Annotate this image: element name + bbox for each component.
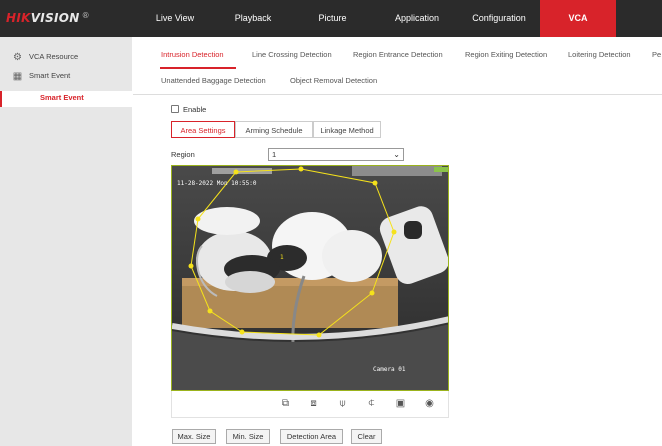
- logo-text-vision: VISION: [30, 11, 80, 25]
- polygon-vertex[interactable]: [195, 216, 201, 222]
- dome-camera: [322, 230, 382, 282]
- polygon-vertex[interactable]: [372, 180, 378, 186]
- camera-body: [225, 271, 275, 293]
- tab-unattended-baggage-detection[interactable]: Unattended Baggage Detection: [161, 76, 266, 85]
- sidebar-item-smart-event[interactable]: ▦ Smart Event: [0, 67, 132, 85]
- sidebar: ⚙ VCA Resource ▦ Smart Event Smart Event: [0, 37, 132, 446]
- region-select[interactable]: 1 ⌄: [268, 148, 404, 161]
- detection-area-button[interactable]: Detection Area: [280, 429, 343, 444]
- nav-application[interactable]: Application: [378, 0, 456, 37]
- active-tab-underline: [160, 67, 236, 69]
- nav-live-view[interactable]: Live View: [145, 0, 205, 37]
- nav-vca[interactable]: VCA: [540, 0, 616, 37]
- polygon-vertex[interactable]: [316, 332, 322, 338]
- sidebar-subitem-label: Smart Event: [40, 93, 84, 102]
- tab-loitering-detection[interactable]: Loitering Detection: [568, 50, 631, 59]
- video-timestamp-osd: 11-28-2022 Mon 10:55:0: [177, 180, 257, 187]
- chevron-down-icon: ⌄: [393, 150, 400, 159]
- tab-intrusion-detection[interactable]: Intrusion Detection: [161, 50, 224, 59]
- polygon-vertex[interactable]: [207, 308, 213, 314]
- video-controls-bar: ⧉ ⧈ ⍦ ⍧ ▣ ◉: [171, 391, 449, 418]
- tab-region-entrance-detection[interactable]: Region Entrance Detection: [353, 50, 443, 59]
- camera-name-osd: Camera 01: [373, 366, 406, 373]
- hikvision-logo: HIKVISION ®: [6, 11, 90, 25]
- nav-configuration[interactable]: Configuration: [460, 0, 538, 37]
- polygon-vertex[interactable]: [188, 263, 194, 269]
- polygon-vertex[interactable]: [369, 290, 375, 296]
- polygon-vertex[interactable]: [391, 229, 397, 235]
- top-nav-bar: HIKVISION ® Live View Playback Picture Ap…: [0, 0, 662, 37]
- live-video-preview[interactable]: 1 11-28-2022 Mon 10:55:0 Camera 01: [171, 165, 449, 391]
- sidebar-item-vca-resource[interactable]: ⚙ VCA Resource: [0, 48, 132, 66]
- logo-registered-mark: ®: [81, 11, 90, 20]
- min-size-button[interactable]: Min. Size: [226, 429, 270, 444]
- subtab-area-settings[interactable]: Area Settings: [171, 121, 235, 138]
- tab-object-removal-detection[interactable]: Object Removal Detection: [290, 76, 377, 85]
- event-type-tabs: Intrusion Detection Line Crossing Detect…: [133, 37, 662, 95]
- tab-region-exiting-detection[interactable]: Region Exiting Detection: [465, 50, 547, 59]
- snapshot-icon[interactable]: ◉: [423, 397, 436, 410]
- record-icon[interactable]: ▣: [394, 397, 407, 410]
- window-fit-icon[interactable]: ⧈: [307, 397, 320, 410]
- sidebar-subitem-smart-event[interactable]: Smart Event: [0, 91, 132, 107]
- smart-event-icon: ▦: [12, 71, 23, 82]
- nav-picture[interactable]: Picture: [305, 0, 360, 37]
- max-size-button[interactable]: Max. Size: [172, 429, 216, 444]
- live-indicator: [434, 167, 448, 172]
- sidebar-item-label: VCA Resource: [29, 52, 79, 61]
- subtab-arming-schedule[interactable]: Arming Schedule: [235, 121, 313, 138]
- enable-row: Enable: [171, 103, 206, 115]
- zoom-out-icon[interactable]: ⍦: [336, 397, 349, 410]
- ceiling-light: [352, 166, 442, 176]
- polygon-vertex[interactable]: [233, 169, 239, 175]
- tab-line-crossing-detection[interactable]: Line Crossing Detection: [252, 50, 332, 59]
- tab-overflow[interactable]: Pe: [652, 50, 661, 59]
- vca-resource-icon: ⚙: [13, 52, 22, 63]
- enable-checkbox[interactable]: [171, 105, 179, 113]
- video-frame: 1: [172, 166, 448, 390]
- clear-button[interactable]: Clear: [351, 429, 382, 444]
- subtab-linkage-method[interactable]: Linkage Method: [313, 121, 381, 138]
- window-restore-icon[interactable]: ⧉: [279, 397, 292, 410]
- region-select-value: 1: [272, 150, 277, 159]
- zoom-in-icon[interactable]: ⍧: [365, 397, 378, 410]
- sidebar-item-label: Smart Event: [29, 71, 71, 80]
- polygon-vertex[interactable]: [298, 166, 304, 172]
- polygon-vertex[interactable]: [239, 329, 245, 335]
- region-number-label: 1: [280, 254, 284, 261]
- enable-label: Enable: [183, 104, 207, 114]
- region-label: Region: [171, 150, 195, 159]
- bullet-camera-lens: [404, 221, 422, 239]
- nav-playback[interactable]: Playback: [222, 0, 284, 37]
- logo-text-hik: HIK: [6, 11, 31, 25]
